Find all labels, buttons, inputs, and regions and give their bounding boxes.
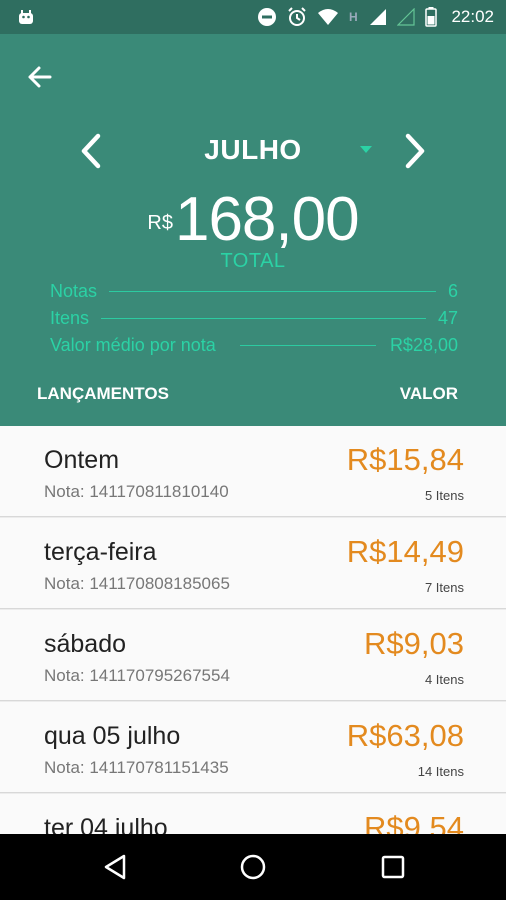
signal-icon bbox=[370, 9, 387, 25]
stat-label: Notas bbox=[50, 280, 98, 301]
dotted-leader bbox=[239, 344, 376, 346]
entry-value: R$9,03 bbox=[364, 626, 464, 661]
dotted-leader bbox=[109, 290, 436, 292]
dnd-icon bbox=[258, 8, 277, 26]
month-label[interactable]: JULHO bbox=[0, 134, 506, 166]
list-item[interactable]: Ontem Nota: 141170811810140 R$15,84 5 It… bbox=[0, 426, 506, 517]
total-value: 168,00 bbox=[174, 185, 360, 254]
list-item[interactable]: sábado Nota: 141170795267554 R$9,03 4 It… bbox=[0, 610, 506, 701]
entry-date: sábado bbox=[44, 630, 127, 658]
list-item[interactable]: terça-feira Nota: 141170808185065 R$14,4… bbox=[0, 518, 506, 609]
entry-date: qua 05 julho bbox=[44, 722, 181, 750]
status-bar: H 22:02 bbox=[0, 0, 506, 34]
month-selector: JULHO bbox=[0, 126, 506, 176]
entry-date: ter 04 julho bbox=[44, 814, 168, 834]
stat-value: R$28,00 bbox=[389, 334, 458, 355]
stat-label: Valor médio por nota bbox=[50, 334, 216, 355]
entry-note: Nota: 141170781151435 bbox=[44, 758, 229, 777]
h-signal-icon: H bbox=[349, 10, 358, 24]
entry-value: R$9,54 bbox=[364, 810, 464, 834]
nav-recents-icon[interactable] bbox=[378, 852, 408, 882]
alarm-icon bbox=[288, 7, 307, 26]
list-column-headers: LANÇAMENTOS VALOR bbox=[37, 384, 458, 404]
list-item[interactable]: qua 05 julho Nota: 141170781151435 R$63,… bbox=[0, 702, 506, 793]
entry-date: Ontem bbox=[44, 446, 120, 474]
stat-label: Itens bbox=[50, 307, 90, 328]
entry-note: Nota: 141170795267554 bbox=[44, 666, 230, 685]
status-icons: H 22:02 bbox=[257, 0, 494, 34]
column-header-lancamentos: LANÇAMENTOS bbox=[37, 384, 169, 403]
stat-itens: Itens 47 bbox=[50, 306, 458, 330]
entry-count: 7 Itens bbox=[424, 580, 464, 595]
total-label: TOTAL bbox=[220, 250, 286, 272]
summary-header: JULHO R$168,00 TOTAL Notas 6 Itens 47 Va… bbox=[0, 34, 506, 426]
stat-value: 47 bbox=[437, 307, 458, 328]
chevron-right-icon[interactable] bbox=[400, 132, 430, 170]
entry-note: Nota: 141170811810140 bbox=[44, 482, 229, 501]
nav-home-icon[interactable] bbox=[238, 852, 268, 882]
total-amount: R$168,00 bbox=[0, 184, 506, 255]
entry-date: terça-feira bbox=[44, 538, 157, 566]
list-item[interactable]: ter 04 julho R$9,54 bbox=[0, 794, 506, 834]
dropdown-icon[interactable] bbox=[360, 146, 372, 153]
back-arrow-icon[interactable] bbox=[22, 60, 56, 94]
nav-back-icon[interactable] bbox=[100, 852, 130, 882]
entry-count: 4 Itens bbox=[424, 672, 464, 687]
entries-list[interactable]: Ontem Nota: 141170811810140 R$15,84 5 It… bbox=[0, 426, 506, 834]
currency-symbol: R$ bbox=[147, 212, 173, 234]
wifi-icon bbox=[318, 9, 339, 25]
navigation-bar bbox=[0, 834, 506, 900]
column-header-valor: VALOR bbox=[399, 384, 458, 403]
android-icon bbox=[19, 10, 33, 24]
dotted-leader bbox=[101, 317, 426, 319]
entry-count: 5 Itens bbox=[424, 488, 464, 503]
stat-notas: Notas 6 bbox=[50, 279, 458, 303]
entry-value: R$15,84 bbox=[346, 442, 464, 477]
entry-value: R$14,49 bbox=[346, 534, 464, 569]
battery-icon bbox=[425, 7, 438, 27]
entry-value: R$63,08 bbox=[346, 718, 464, 753]
svg-text:H: H bbox=[349, 10, 358, 24]
entry-count: 14 Itens bbox=[417, 764, 464, 779]
signal-empty-icon bbox=[397, 8, 416, 26]
clock: 22:02 bbox=[451, 7, 494, 26]
stat-value: 6 bbox=[447, 280, 458, 301]
entry-note: Nota: 141170808185065 bbox=[44, 574, 230, 593]
stat-valor-medio: Valor médio por nota R$28,00 bbox=[50, 333, 458, 357]
